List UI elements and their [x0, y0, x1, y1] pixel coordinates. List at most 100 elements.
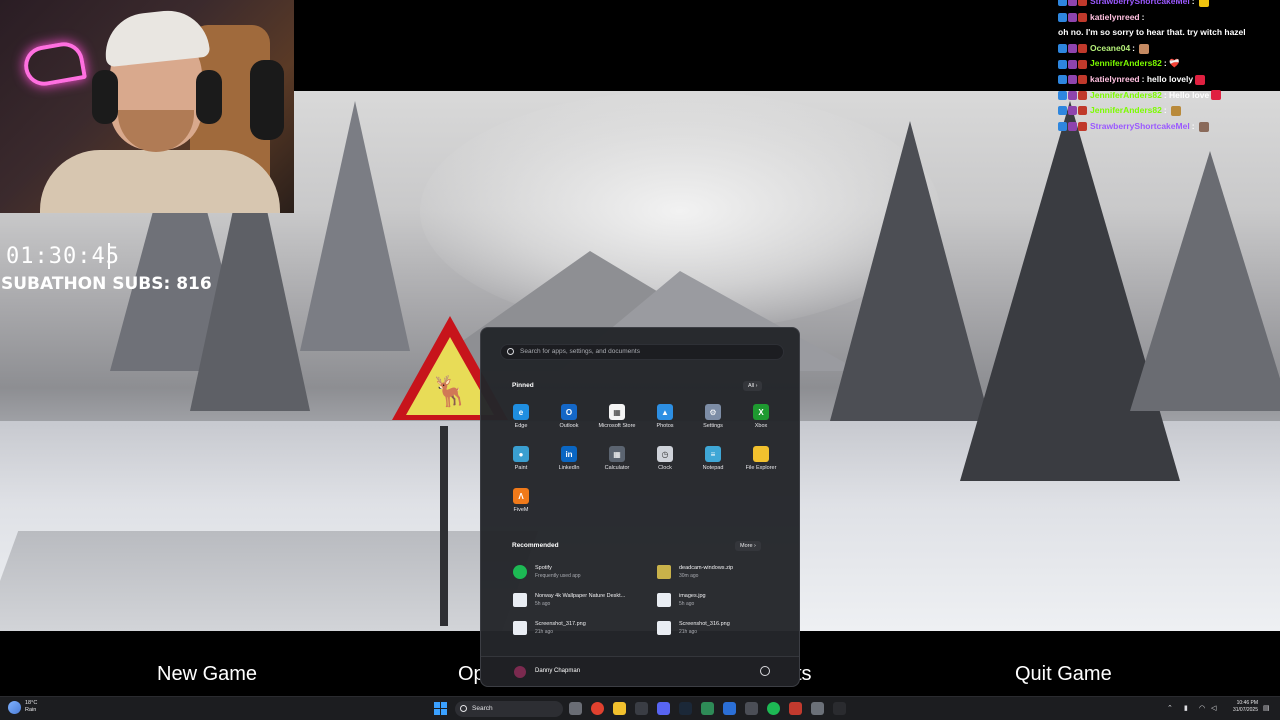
microphone-icon[interactable]: ▮ — [1184, 704, 1188, 712]
badge-icon — [1078, 59, 1087, 69]
recommended-item[interactable]: Norway 4k Wallpaper Nature Deskt... 5h ag… — [513, 592, 625, 608]
pine-tree — [300, 101, 410, 351]
chat-username[interactable]: Oceane04 — [1090, 41, 1130, 57]
linkedin-icon: in — [561, 446, 577, 462]
pinned-app-linkedin[interactable]: in LinkedIn — [545, 446, 593, 471]
chat-separator: : — [1191, 0, 1197, 6]
weather-widget[interactable]: 18°C Rain — [8, 700, 37, 714]
chat-text: hello lovely — [1146, 73, 1194, 84]
wifi-icon[interactable]: ◠ — [1199, 704, 1205, 712]
chat-text: Hello love — [1169, 89, 1210, 100]
badge-icon — [1058, 12, 1067, 22]
chat-message: JenniferAnders82: ❤️‍🩹 — [1058, 56, 1280, 72]
badge-icon — [1068, 122, 1077, 132]
badge-icon — [1078, 75, 1087, 85]
badge-icon — [1068, 0, 1077, 7]
unreal-icon[interactable] — [833, 702, 846, 715]
app-label: Calculator — [604, 465, 630, 471]
app-grey-icon[interactable] — [745, 702, 758, 715]
recommended-item[interactable]: Screenshot_317.png 21h ago — [513, 620, 586, 636]
deer-icon: 🦌 — [429, 372, 472, 411]
badge-icon — [1078, 106, 1087, 116]
clock-icon: ◷ — [657, 446, 673, 462]
avatar[interactable] — [514, 666, 526, 678]
user-name[interactable]: Danny Chapman — [535, 668, 580, 674]
all-apps-button[interactable]: All › — [743, 381, 763, 391]
pinned-app-fivem[interactable]: Λ FiveM — [497, 488, 545, 513]
badge-icon — [1058, 106, 1067, 116]
pinned-app-microsoft-store[interactable]: ▦ Microsoft Store — [593, 404, 641, 429]
edge-icon: e — [513, 404, 529, 420]
pinned-app-paint[interactable]: ● Paint — [497, 446, 545, 471]
new-game-button[interactable]: New Game — [157, 663, 257, 686]
neon-sign — [20, 39, 88, 89]
chat-username[interactable]: JenniferAnders82 — [1090, 56, 1162, 72]
steam-icon[interactable] — [679, 702, 692, 715]
recommended-time: 21h ago — [679, 629, 698, 635]
pinned-app-clock[interactable]: ◷ Clock — [641, 446, 689, 471]
file-explorer-icon[interactable] — [613, 702, 626, 715]
chat-badges — [1058, 90, 1087, 100]
app-settings-icon[interactable] — [811, 702, 824, 715]
pinned-app-settings[interactable]: ⚙ Settings — [689, 404, 737, 429]
app-label: Microsoft Store — [598, 423, 636, 429]
recommended-item[interactable]: images.jpg 5h ago — [657, 592, 706, 608]
chat-username[interactable]: StrawberryShortcakeMel — [1090, 0, 1190, 10]
pinned-app-photos[interactable]: ▲ Photos — [641, 404, 689, 429]
taskbar-clock[interactable]: 10:46 PM 31/07/2025 — [1226, 700, 1258, 714]
pinned-app-calculator[interactable]: ▦ Calculator — [593, 446, 641, 471]
chat-username[interactable]: JenniferAnders82 — [1090, 103, 1162, 119]
recommended-name: deadcam-windows.zip — [679, 565, 734, 571]
webcam-feed — [0, 0, 294, 213]
pinned-app-notepad[interactable]: ≡ Notepad — [689, 446, 737, 471]
search-icon — [507, 348, 514, 355]
task-view-icon[interactable] — [569, 702, 582, 715]
more-button[interactable]: More › — [735, 541, 761, 551]
emote-icon — [1198, 121, 1209, 132]
chat-message: katielynreed: hello lovely — [1058, 72, 1280, 88]
chat-separator: : — [1132, 42, 1138, 53]
app-red-icon[interactable] — [789, 702, 802, 715]
zip-icon — [657, 565, 671, 579]
app-blue-icon[interactable] — [723, 702, 736, 715]
quit-game-button[interactable]: Quit Game — [1015, 663, 1112, 686]
volume-icon[interactable]: ◁ — [1211, 704, 1216, 712]
obs-icon[interactable] — [635, 702, 648, 715]
notification-icon[interactable]: ▤ — [1263, 704, 1270, 712]
start-menu: Search for apps, settings, and documents… — [480, 327, 800, 687]
recommended-title: Recommended — [512, 542, 559, 549]
badge-icon — [1078, 44, 1087, 54]
taskbar-search[interactable]: Search — [455, 701, 563, 717]
recommended-item[interactable]: deadcam-windows.zip 30m ago — [657, 564, 733, 580]
recommended-item[interactable]: Screenshot_316.png 21h ago — [657, 620, 730, 636]
discord-icon[interactable] — [657, 702, 670, 715]
chat-badges — [1058, 12, 1087, 22]
pinned-app-file-explorer[interactable]: File Explorer — [737, 446, 785, 471]
paint-icon: ● — [513, 446, 529, 462]
search-icon — [460, 705, 467, 712]
app-label: Paint — [514, 465, 528, 471]
recommended-time: 21h ago — [535, 629, 554, 635]
app-label: Clock — [658, 465, 672, 471]
pinned-app-xbox[interactable]: X Xbox — [737, 404, 785, 429]
chat-username[interactable]: StrawberryShortcakeMel — [1090, 119, 1190, 135]
power-icon[interactable] — [760, 666, 770, 676]
app-green-icon[interactable] — [701, 702, 714, 715]
spotify-icon[interactable] — [767, 702, 780, 715]
taskbar-search-label: Search — [472, 705, 493, 712]
badge-icon — [1058, 0, 1067, 7]
start-button[interactable] — [434, 702, 447, 715]
pinned-app-edge[interactable]: e Edge — [497, 404, 545, 429]
chat-username[interactable]: katielynreed — [1090, 10, 1140, 26]
chat-username[interactable]: katielynreed — [1090, 72, 1140, 88]
road — [0, 531, 539, 631]
chat-username[interactable]: JenniferAnders82 — [1090, 88, 1162, 104]
pinned-app-outlook[interactable]: O Outlook — [545, 404, 593, 429]
weather-icon — [8, 700, 21, 714]
badge-icon — [1058, 44, 1067, 54]
start-search-input[interactable]: Search for apps, settings, and documents — [500, 344, 784, 360]
chevron-up-icon[interactable]: ⌃ — [1167, 704, 1173, 712]
chrome-icon[interactable] — [591, 702, 604, 715]
taskbar: 18°C Rain Search ⌃ ▮ ◠ ◁ 10:46 PM 31/07/… — [0, 696, 1280, 720]
recommended-item[interactable]: Spotify Frequently used app — [513, 564, 581, 580]
